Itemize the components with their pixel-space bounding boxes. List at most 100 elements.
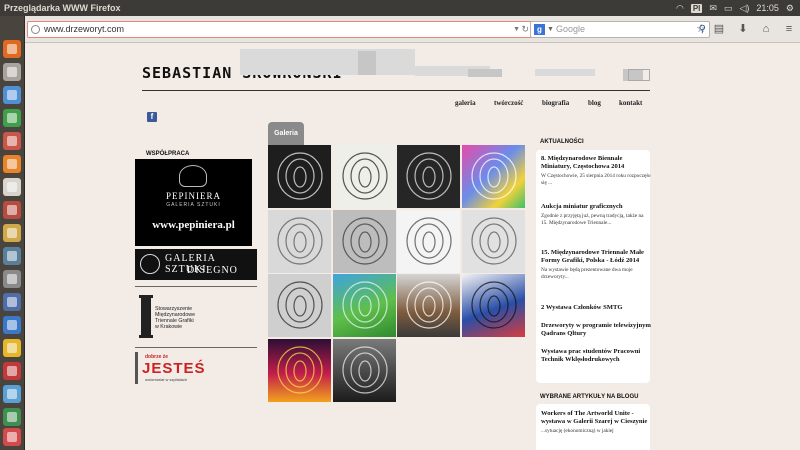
bookmark-star-icon[interactable]: ☆ [693,21,709,38]
column-icon [139,295,153,338]
site-identity-icon[interactable] [31,25,40,34]
gallery-thumbnail[interactable] [461,274,525,337]
bookmarks-list-icon[interactable]: ▤ [711,21,727,38]
disegno-line2: DISEGNO [187,265,238,276]
pepiniera-banner[interactable]: PEPINIERA GALERIA SZTUKI www.pepiniera.p… [135,159,252,246]
gallery-thumbnail[interactable] [332,274,396,337]
jestes-banner[interactable]: dobrze że JESTEŚ wolontariat w szpitalac… [135,352,210,384]
header-decoration [468,69,502,77]
app-launcher-icon[interactable] [3,362,21,380]
jestes-main: JESTEŚ [142,360,206,377]
artwork-image [406,281,452,329]
app-launcher-icon[interactable] [3,339,21,357]
chevron-down-icon[interactable]: ▼ [547,22,554,37]
nav-tworczosc[interactable]: twórczość [494,99,523,107]
battery-icon[interactable]: ▭ [724,3,733,14]
home-icon[interactable]: ⌂ [758,21,774,38]
gallery-thumbnail[interactable] [461,145,525,208]
nav-biografia[interactable]: biografia [542,99,569,107]
facebook-icon[interactable]: f [147,112,157,122]
window-title: Przeglądarka WWW Firefox [4,3,121,13]
volume-icon[interactable]: ◁) [739,3,749,14]
gallery-thumbnail[interactable] [268,274,331,337]
gallery-thumbnail[interactable] [332,209,396,273]
nav-blog[interactable]: blog [588,99,601,107]
smtg-text: Stowarzyszenie Międzynarodowe Triennale … [155,306,196,330]
gallery-thumbnail[interactable] [397,209,460,273]
nav-galeria[interactable]: galeria [455,99,476,107]
mail-icon[interactable]: ✉ [709,3,717,14]
impress-launcher-icon[interactable] [3,132,21,150]
nav-kontakt[interactable]: kontakt [619,99,642,107]
artwork-image [470,152,517,200]
gallery-thumbnail[interactable] [332,338,396,402]
artwork-image [277,281,323,329]
artwork-image [277,152,323,200]
app-launcher-icon[interactable] [3,316,21,334]
pepiniera-subtitle: GALERIA SZTUKI [166,202,221,208]
jestes-bar [135,352,138,384]
header-decoration [628,69,650,81]
header-decoration [358,51,376,75]
swan-icon [140,254,160,274]
files-launcher-icon[interactable] [3,63,21,81]
pepiniera-name: PEPINIERA [165,191,221,201]
blog-heading: WYBRANE ARTYKUŁY NA BLOGU [540,394,639,400]
google-icon[interactable]: g [534,24,545,35]
software-center-icon[interactable] [3,155,21,173]
news-item[interactable]: 2 Wystawa Członków SMTG [541,304,651,312]
tab-galeria[interactable]: Galeria [268,122,304,145]
gallery-thumbnail[interactable] [268,145,331,208]
app-launcher-icon[interactable] [3,224,21,242]
wifi-icon[interactable]: ◠ [676,3,684,14]
calc-launcher-icon[interactable] [3,109,21,127]
sidebar-divider [135,347,257,348]
keyboard-indicator[interactable]: Pl [690,3,703,13]
news-item[interactable]: Aukcja miniatur graficznych Zgodnie z pr… [541,203,651,227]
app-launcher-icon[interactable] [3,270,21,288]
artwork-image [406,216,452,265]
app-launcher-icon[interactable] [3,385,21,403]
sidebar-heading: WSPÓŁPRACA [146,151,190,157]
news-item[interactable]: Drzeworyty w programie telewizyjnym Qadr… [541,322,651,338]
clock[interactable]: 21:05 [756,3,779,13]
gallery-thumbnail[interactable] [397,274,460,337]
news-item[interactable]: 15. Międzynarodowe Triennale Małe Formy … [541,249,651,281]
news-item[interactable]: 8. Międzynarodowe Biennale Miniatury, Cz… [541,155,651,187]
chevron-down-icon[interactable]: ▼ [513,22,520,37]
url-text[interactable]: www.drzeworyt.com [44,22,124,37]
app-launcher-icon[interactable] [3,408,21,426]
app-launcher-icon[interactable] [3,428,21,446]
amazon-launcher-icon[interactable] [3,178,21,196]
launcher [0,16,25,450]
settings-launcher-icon[interactable] [3,201,21,219]
jestes-bottom: wolontariat w szpitalach [145,377,188,382]
search-box[interactable]: g ▼ Google ⚲ [530,21,710,38]
header-rule [142,90,650,91]
gallery-thumbnail[interactable] [332,145,396,208]
gear-icon[interactable]: ⚙ [786,3,794,14]
download-icon[interactable]: ⬇ [735,21,751,38]
gallery-grid [268,145,526,405]
news-item[interactable]: Wystawa prac studentów Pracowni Technik … [541,348,651,364]
artwork-image [341,281,388,329]
sidebar-divider [135,286,257,287]
menu-icon[interactable]: ≡ [781,21,797,38]
gallery-thumbnail[interactable] [268,338,331,402]
search-placeholder[interactable]: Google [556,22,585,37]
reload-icon[interactable]: ↻ [521,22,529,37]
tree-icon [179,165,207,187]
disegno-banner[interactable]: GALERIA SZTUKI DISEGNO [135,249,257,280]
blog-item[interactable]: Workers of The Artworld Unite - wystawa … [541,410,651,435]
app-launcher-icon[interactable] [3,247,21,265]
gallery-thumbnail[interactable] [461,209,525,273]
firefox-launcher-icon[interactable] [3,40,21,58]
gallery-thumbnail[interactable] [397,145,460,208]
writer-launcher-icon[interactable] [3,86,21,104]
news-heading: AKTUALNOŚCI [540,139,584,145]
artwork-image [341,152,388,200]
web-page: SEBASTIAN SKOWROŃSKI galeria twórczość b… [25,44,800,450]
url-bar[interactable]: www.drzeworyt.com ▼ ↻ [27,21,533,38]
app-launcher-icon[interactable] [3,293,21,311]
gallery-thumbnail[interactable] [268,209,331,273]
